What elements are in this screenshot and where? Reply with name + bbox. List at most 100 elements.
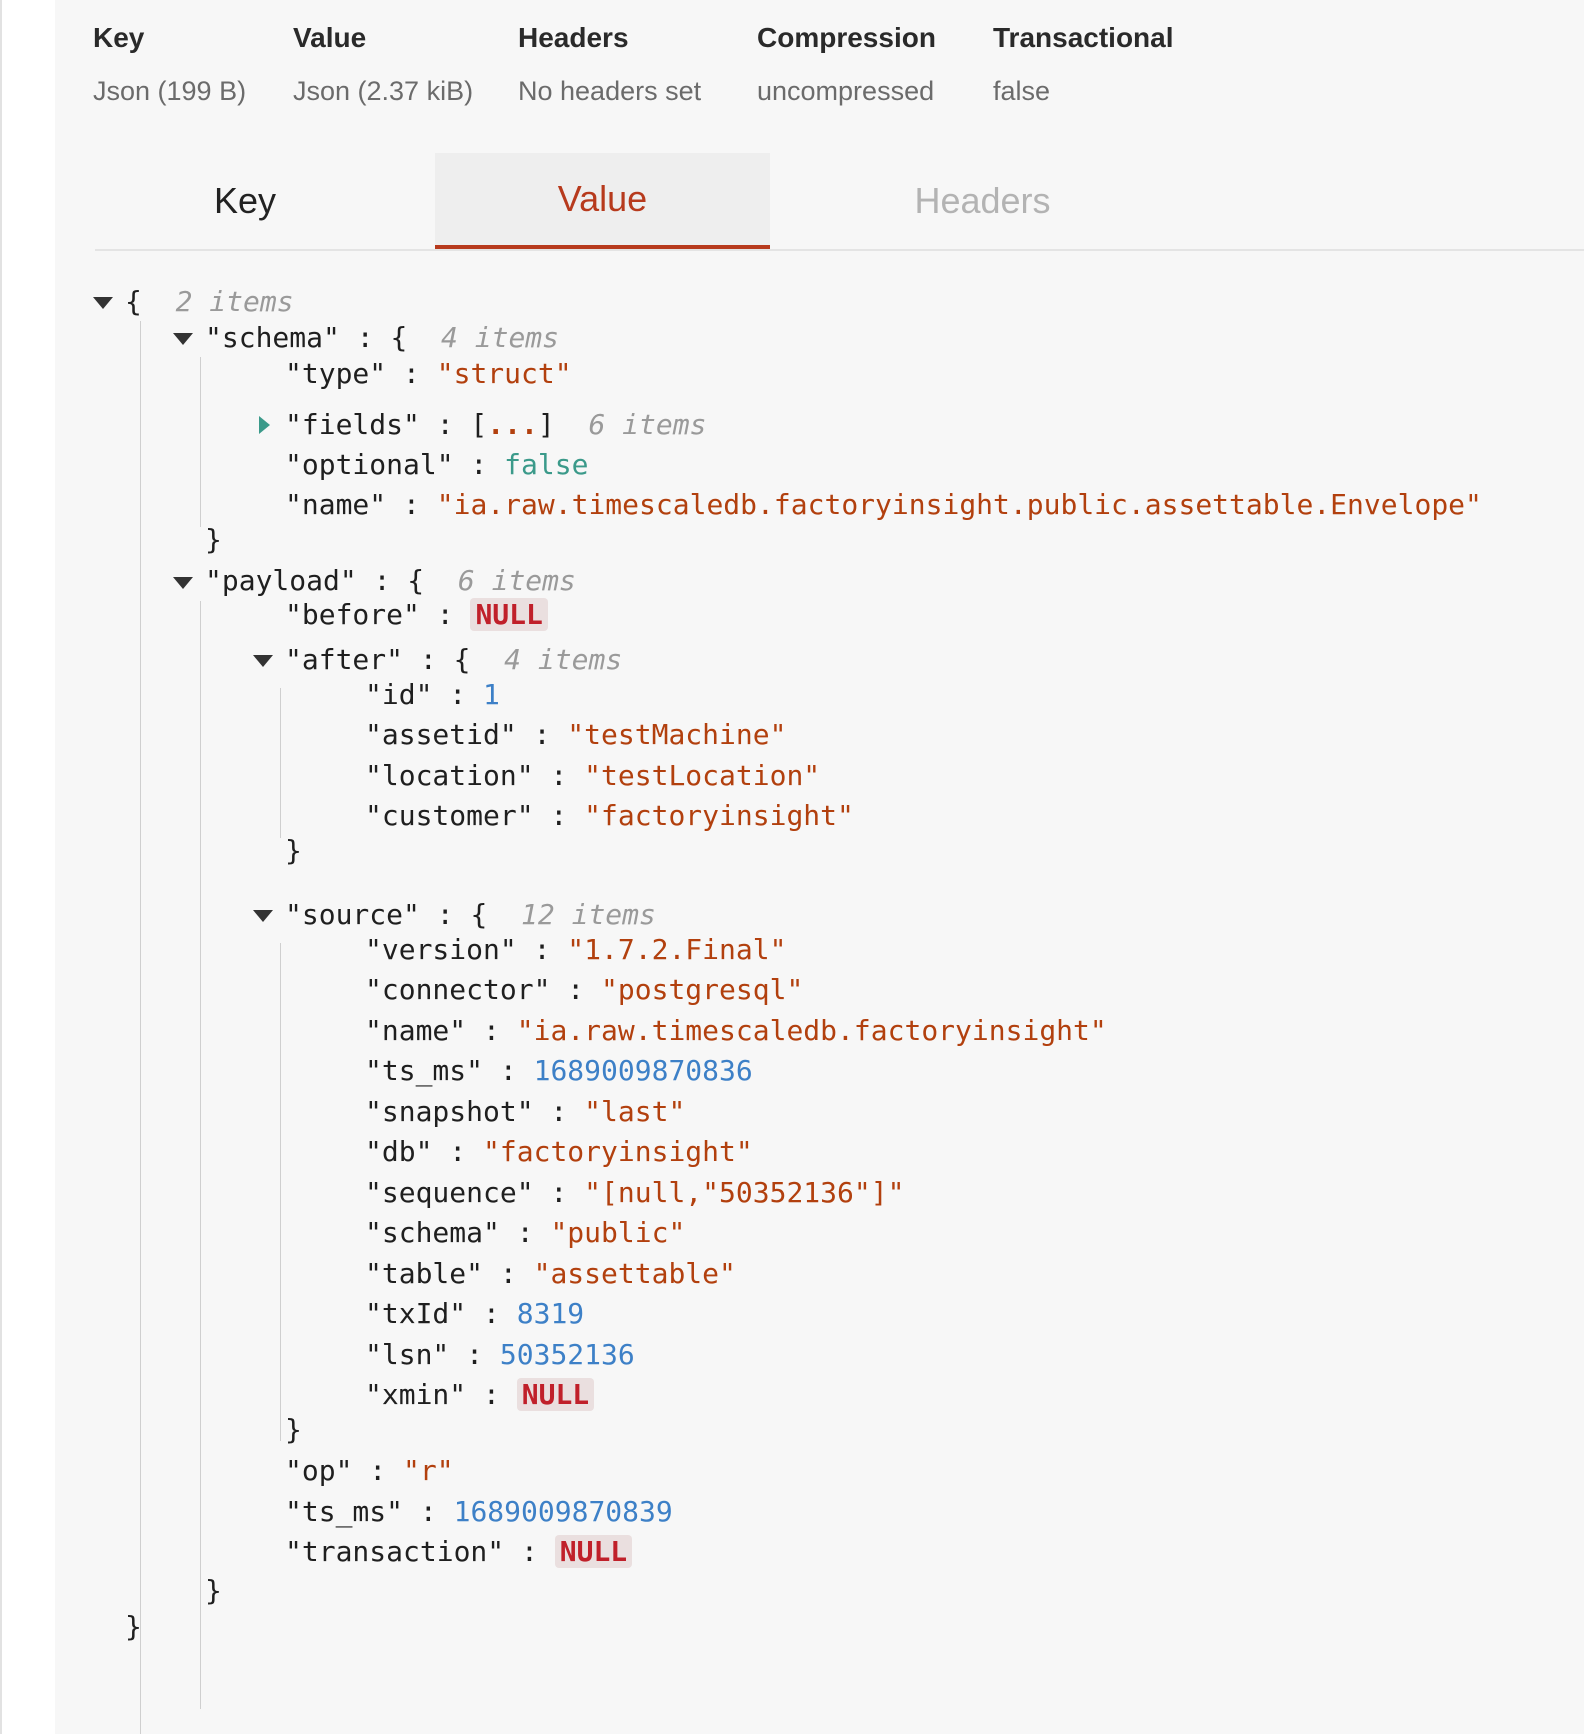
- guide-payload: [200, 601, 201, 1709]
- json-row-lsn: "lsn" : 50352136: [365, 1338, 635, 1371]
- meta-compression-value: uncompressed: [757, 76, 935, 106]
- fields-item-count: 6 items: [588, 408, 707, 441]
- schema-item-count: 4 items: [441, 321, 560, 354]
- meta-value-value: Json (2.37 kiB): [293, 76, 474, 106]
- guide-schema: [200, 357, 201, 527]
- table-value: "assettable": [533, 1257, 736, 1290]
- json-row-source-name: "name" : "ia.raw.timescaledb.factoryinsi…: [365, 1014, 1107, 1047]
- customer-key: "customer": [365, 799, 534, 832]
- xmin-null-badge: NULL: [516, 1378, 595, 1411]
- source-schema-value: "public": [550, 1216, 686, 1249]
- meta-key-label: Key: [93, 22, 145, 53]
- json-row-before: "before" : NULL: [285, 596, 548, 634]
- id-value: 1: [483, 678, 500, 711]
- optional-key: "optional": [285, 448, 454, 481]
- payload-ts-ms-value: 1689009870839: [453, 1495, 673, 1528]
- db-value: "factoryinsight": [483, 1135, 753, 1168]
- after-key: "after": [285, 643, 404, 676]
- tab-key[interactable]: Key: [95, 153, 395, 249]
- root-close-brace: }: [125, 1610, 142, 1643]
- json-row-optional: "optional" : false: [285, 448, 589, 481]
- customer-value: "factoryinsight": [584, 799, 854, 832]
- version-key: "version": [365, 933, 517, 966]
- json-row-table: "table" : "assettable": [365, 1257, 736, 1290]
- assetid-key: "assetid": [365, 718, 517, 751]
- caret-down-icon[interactable]: [93, 297, 113, 309]
- source-name-key: "name": [365, 1014, 467, 1047]
- json-row-after: "after" : { 4 items: [285, 643, 623, 676]
- meta-value: Value Json (2.37 kiB): [293, 22, 473, 107]
- before-null-badge: NULL: [470, 598, 548, 631]
- source-key: "source": [285, 898, 420, 931]
- json-row-txid: "txId" : 8319: [365, 1297, 585, 1330]
- id-key: "id": [365, 678, 433, 711]
- snapshot-key: "snapshot": [365, 1095, 534, 1128]
- guide-source: [280, 943, 281, 1441]
- guide-root: [140, 321, 141, 1734]
- json-row-version: "version" : "1.7.2.Final": [365, 933, 787, 966]
- transaction-key: "transaction": [285, 1535, 505, 1568]
- caret-down-icon[interactable]: [253, 910, 273, 922]
- type-value: "struct": [436, 357, 572, 390]
- caret-down-icon[interactable]: [173, 333, 193, 345]
- name-value: "ia.raw.timescaledb.factoryinsight.publi…: [436, 488, 1482, 521]
- location-key: "location": [365, 759, 534, 792]
- version-value: "1.7.2.Final": [567, 933, 787, 966]
- json-row-db: "db" : "factoryinsight": [365, 1135, 753, 1168]
- table-key: "table": [365, 1257, 484, 1290]
- source-name-value: "ia.raw.timescaledb.factoryinsight": [516, 1014, 1107, 1047]
- assetid-value: "testMachine": [567, 718, 787, 751]
- json-row-type: "type" : "struct": [285, 357, 572, 390]
- meta-transactional-value: false: [993, 76, 1051, 106]
- source-ts-ms-value: 1689009870836: [533, 1054, 753, 1087]
- json-row-schema: "schema" : { 4 items: [205, 321, 560, 354]
- lsn-value: 50352136: [499, 1338, 635, 1371]
- caret-right-icon[interactable]: [259, 416, 270, 434]
- message-detail-panel: Key Json (199 B) Value Json (2.37 kiB) H…: [55, 0, 1584, 1734]
- after-open-brace: {: [453, 643, 471, 676]
- lsn-key: "lsn": [365, 1338, 450, 1371]
- json-row-source-schema: "schema" : "public": [365, 1216, 686, 1249]
- json-row-sequence: "sequence" : "[null,"50352136"]": [365, 1176, 905, 1209]
- name-key: "name": [285, 488, 387, 521]
- meta-headers-label: Headers: [518, 22, 629, 53]
- meta-key-value: Json (199 B): [93, 76, 247, 106]
- caret-down-icon[interactable]: [253, 655, 273, 667]
- after-item-count: 4 items: [504, 643, 623, 676]
- left-rail: [0, 0, 57, 1734]
- op-key: "op": [285, 1454, 353, 1487]
- db-key: "db": [365, 1135, 433, 1168]
- meta-key: Key Json (199 B): [93, 22, 246, 107]
- json-row-location: "location" : "testLocation": [365, 759, 821, 792]
- json-row-source: "source" : { 12 items: [285, 898, 656, 931]
- schema-key: "schema": [205, 321, 340, 354]
- fields-key: "fields": [285, 408, 420, 441]
- connector-value: "postgresql": [601, 973, 804, 1006]
- schema-close-brace: }: [205, 523, 222, 556]
- meta-transactional-label: Transactional: [993, 22, 1174, 53]
- xmin-key: "xmin": [365, 1378, 467, 1411]
- op-value: "r": [403, 1454, 454, 1487]
- json-row-source-ts-ms: "ts_ms" : 1689009870836: [365, 1054, 753, 1087]
- tab-value[interactable]: Value: [435, 153, 770, 249]
- meta-compression: Compression uncompressed: [757, 22, 936, 107]
- tab-headers[interactable]: Headers: [815, 153, 1150, 249]
- root-item-count: 2 items: [175, 285, 294, 318]
- json-row-name: "name" : "ia.raw.timescaledb.factoryinsi…: [285, 488, 1482, 521]
- type-key: "type": [285, 357, 387, 390]
- meta-compression-label: Compression: [757, 22, 936, 53]
- connector-key: "connector": [365, 973, 551, 1006]
- sequence-value: "[null,"50352136"]": [584, 1176, 905, 1209]
- payload-open-brace: {: [407, 564, 425, 597]
- source-schema-key: "schema": [365, 1216, 500, 1249]
- json-row-payload-ts-ms: "ts_ms" : 1689009870839: [285, 1495, 673, 1528]
- json-row-payload: "payload" : { 6 items: [205, 564, 576, 597]
- json-row-transaction: "transaction" : NULL: [285, 1533, 633, 1571]
- meta-value-label: Value: [293, 22, 367, 53]
- schema-open-brace: {: [390, 321, 408, 354]
- source-ts-ms-key: "ts_ms": [365, 1054, 484, 1087]
- payload-key: "payload": [205, 564, 357, 597]
- optional-value: false: [504, 448, 589, 481]
- fields-collapsed-ellipsis[interactable]: ...: [487, 408, 538, 441]
- caret-down-icon[interactable]: [173, 577, 193, 589]
